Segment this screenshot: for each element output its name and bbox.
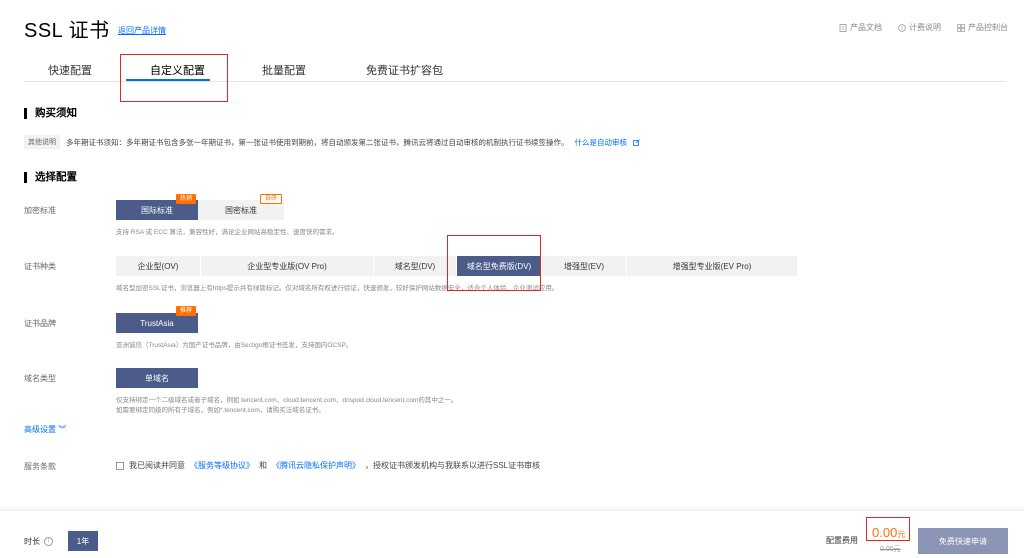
highlight-box-price: [866, 517, 910, 541]
free-apply-button[interactable]: 免费快速申请: [918, 528, 1008, 554]
product-docs-link[interactable]: 产品文档: [839, 22, 882, 33]
sla-link[interactable]: 《服务等级协议》: [190, 460, 254, 471]
domain-type-label: 域名类型: [24, 374, 56, 383]
tab-batch-config[interactable]: 批量配置: [262, 62, 306, 78]
domain-type-hint-2: 如需要绑定同级的所有子域名，例如*.tencent.com，请购买泛域名证书。: [116, 407, 325, 414]
notice-tag: 其他说明: [24, 135, 60, 149]
order-footer: 时长 i 1年 配置费用 0.00元 0.00元 免费快速申请: [0, 510, 1024, 558]
grid-icon: [957, 23, 965, 32]
domain-type-hint-1: 仅支持绑定一个二级域名或者子域名，例如 tencent.com、cloud.te…: [116, 397, 458, 404]
self-developed-badge: 自研: [260, 194, 283, 204]
cert-type-dv[interactable]: 域名型(DV): [374, 256, 456, 276]
cert-type-ev-pro[interactable]: 增强型专业版(EV Pro): [627, 256, 797, 276]
page-title: SSL 证书: [24, 20, 110, 42]
terms-label: 服务条款: [24, 462, 56, 471]
duration-label-group: 时长 i: [24, 536, 53, 547]
page-header: SSL 证书 返回产品详情 产品文档 计费说明 产品控制台: [0, 0, 1024, 50]
info-icon[interactable]: i: [44, 537, 53, 546]
external-link-icon: [633, 138, 640, 146]
tab-quick-config[interactable]: 快速配置: [48, 62, 92, 78]
back-to-product-link[interactable]: 返回产品详情: [118, 25, 166, 36]
privacy-link[interactable]: 《腾讯云隐私保护声明》: [272, 460, 360, 471]
hot-sale-badge: 热销: [176, 194, 197, 204]
cert-type-ov[interactable]: 企业型(OV): [116, 256, 200, 276]
brand-hint: 亚洲诚信（TrustAsia）为国产证书品牌，由Sectigo根证书签发，支持国…: [116, 342, 353, 349]
fee-label: 配置费用: [826, 536, 858, 545]
double-chevron-down-icon: ︾: [58, 425, 67, 434]
terms-pre-text: 我已阅读并同意: [129, 461, 185, 470]
top-links: 产品文档 计费说明 产品控制台: [839, 22, 1008, 33]
advanced-settings-label: 高级设置: [24, 425, 56, 434]
auto-review-link[interactable]: 什么是自动审核: [575, 137, 628, 148]
terms-agreement: 我已阅读并同意 《服务等级协议》 和 《腾讯云隐私保护声明》 ，授权证书颁发机构…: [116, 460, 540, 471]
terms-and-text: 和: [259, 461, 267, 470]
billing-info-link[interactable]: 计费说明: [898, 22, 941, 33]
select-config-title: 选择配置: [24, 172, 77, 183]
purchase-notice: 其他说明 多年期证书须知：多年期证书包含多张一年期证书，第一张证书使用到期前，将…: [24, 135, 640, 149]
brand-option-trustasia[interactable]: TrustAsia: [116, 313, 198, 333]
terms-checkbox[interactable]: [116, 461, 124, 470]
purchase-notice-title: 购买须知: [24, 108, 77, 119]
domain-type-single[interactable]: 单域名: [116, 368, 198, 388]
brand-label: 证书品牌: [24, 319, 56, 328]
billing-info-label: 计费说明: [909, 23, 941, 32]
product-docs-label: 产品文档: [850, 23, 882, 32]
product-console-link[interactable]: 产品控制台: [957, 22, 1008, 33]
cert-type-label: 证书种类: [24, 262, 56, 271]
advanced-settings-toggle[interactable]: 高级设置 ︾: [24, 424, 66, 435]
cert-type-ov-pro[interactable]: 企业型专业版(OV Pro): [201, 256, 373, 276]
info-icon: [898, 23, 906, 32]
encryption-label: 加密标准: [24, 206, 56, 215]
doc-icon: [839, 23, 847, 32]
highlight-box-tab: [120, 54, 228, 102]
product-console-label: 产品控制台: [968, 23, 1008, 32]
duration-option-1year[interactable]: 1年: [68, 531, 98, 551]
duration-label: 时长: [24, 537, 40, 546]
terms-post-text: ，授权证书颁发机构与我联系以进行SSL证书审核: [365, 461, 541, 470]
highlight-box-dv-free: [447, 235, 541, 291]
notice-text: 多年期证书须知：多年期证书包含多张一年期证书，第一张证书使用到期前，将自动颁发第…: [66, 137, 569, 147]
tab-free-cert-pack[interactable]: 免费证书扩容包: [366, 62, 443, 78]
encryption-hint: 支持 RSA 或 ECC 算法，兼容性好，满足企业网站高稳定性、速度快的需求。: [116, 229, 339, 236]
cert-type-ev[interactable]: 增强型(EV): [542, 256, 626, 276]
recommended-badge: 推荐: [176, 306, 197, 316]
original-price: 0.00元: [880, 546, 901, 553]
